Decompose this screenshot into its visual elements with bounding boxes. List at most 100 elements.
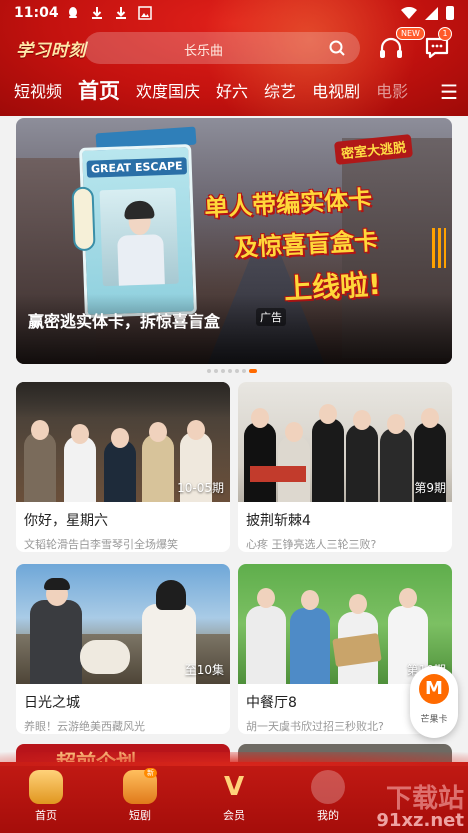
status-bar: 11:04 <box>0 0 468 28</box>
mango-card-label: 芒果卡 <box>420 715 448 725</box>
carousel-dot[interactable] <box>207 369 211 373</box>
content-card[interactable]: 10-05期 你好，星期六 文韬轮滑告白李雪琴引全场爆笑 <box>16 382 230 552</box>
thumb-person <box>24 432 56 502</box>
vip-icon: V <box>223 772 245 802</box>
thumb-face <box>257 588 275 608</box>
card-title: 披荆斩棘4 <box>246 513 311 529</box>
thumb-face <box>387 414 405 434</box>
carousel-dot[interactable] <box>221 369 225 373</box>
mango-card-button[interactable]: M 芒果卡 <box>410 666 458 738</box>
menu-icon[interactable]: ☰ <box>440 80 458 104</box>
card-meta: 披荆斩棘4 心疼 王铮亮选人三轮三败? <box>238 502 452 552</box>
bottom-nav: 首页 新 短剧 V 会员 我的 下载站 91xz.net <box>0 752 468 833</box>
battery-icon <box>446 6 454 20</box>
thumb-person <box>346 424 378 502</box>
app-logo[interactable]: 学习时刻 <box>16 36 86 61</box>
thumb-face <box>71 424 89 444</box>
tab-tv-series[interactable]: 电视剧 <box>312 78 360 106</box>
profile-icon <box>311 770 345 804</box>
nav-short-drama[interactable]: 新 短剧 <box>110 768 170 823</box>
carousel-indicator <box>207 369 257 373</box>
promo-banner[interactable]: GREAT ESCAPE 密室大逃脱 单人带编实体卡 及惊喜盲盒卡 上线啦! 赢… <box>16 118 452 364</box>
headline-line-2: 及惊喜盲盒卡 <box>233 226 379 263</box>
thumb-face <box>149 422 167 442</box>
card-sticker <box>71 186 96 252</box>
thumb-person <box>104 440 136 502</box>
thumb-person <box>30 600 82 684</box>
new-badge: 新 <box>144 768 157 778</box>
card-subtitle: 心疼 王铮亮选人三轮三败? <box>246 538 377 551</box>
thumb-prop <box>250 466 306 482</box>
thumb-face <box>187 420 205 440</box>
nav-home[interactable]: 首页 <box>16 770 76 823</box>
category-tabs: 短视频 首页 欢度国庆 好六 综艺 电视剧 电影 <box>14 76 424 106</box>
thumb-person <box>244 422 276 502</box>
card-person-body <box>117 234 165 286</box>
thumb-person <box>64 436 96 502</box>
carousel-dot[interactable] <box>235 369 239 373</box>
thumb-person <box>290 608 330 684</box>
carousel-dot[interactable] <box>242 369 246 373</box>
download-icon <box>90 6 104 20</box>
card-thumbnail: 第9期 <box>238 382 452 502</box>
tab-short-video[interactable]: 短视频 <box>14 78 62 106</box>
mango-logo-icon: M <box>419 674 449 704</box>
card-title: GREAT ESCAPE <box>86 157 188 178</box>
nav-label: 短剧 <box>129 809 151 822</box>
carousel-dot[interactable] <box>228 369 232 373</box>
thumb-face <box>349 594 367 614</box>
tab-national-day[interactable]: 欢度国庆 <box>136 78 200 106</box>
message-count-badge: 1 <box>438 27 452 41</box>
download-icon-2 <box>114 6 128 20</box>
thumb-hair <box>44 578 70 590</box>
card-subtitle: 养眼！云游绝美西藏风光 <box>24 720 145 733</box>
thumb-face <box>251 408 269 428</box>
nav-profile[interactable]: 我的 <box>298 770 358 823</box>
content-card[interactable]: 至10集 日光之城 养眼！云游绝美西藏风光 <box>16 564 230 734</box>
signal-icon <box>425 6 438 20</box>
headphone-new-badge: NEW <box>396 27 425 40</box>
thumb-face <box>285 422 303 442</box>
tab-movie[interactable]: 电影 <box>376 78 408 106</box>
notification-icons <box>66 6 152 20</box>
tab-home[interactable]: 首页 <box>78 75 120 106</box>
nav-label: 首页 <box>35 809 57 822</box>
search-icon[interactable] <box>328 39 346 57</box>
carousel-dot[interactable] <box>214 369 218 373</box>
card-thumbnail: 10-05期 <box>16 382 230 502</box>
nav-vip[interactable]: V 会员 <box>204 770 264 823</box>
carousel-dot-active[interactable] <box>249 369 257 373</box>
card-meta: 你好，星期六 文韬轮滑告白李雪琴引全场爆笑 <box>16 502 230 552</box>
banner-headline: 单人带编实体卡 及惊喜盲盒卡 上线啦! <box>204 182 434 306</box>
banner-photo-card: GREAT ESCAPE <box>71 144 197 318</box>
thumb-animal <box>80 640 130 674</box>
card-title: 日光之城 <box>24 695 80 711</box>
thumb-face <box>301 590 319 610</box>
system-icons <box>401 6 454 20</box>
episode-label: 至10集 <box>184 663 224 677</box>
thumb-face <box>111 428 129 448</box>
card-title: 你好，星期六 <box>24 513 108 529</box>
wifi-icon <box>401 7 417 19</box>
qq-icon <box>66 6 80 20</box>
thumb-hair <box>156 580 186 610</box>
thumb-person <box>312 418 344 502</box>
home-icon <box>29 770 63 804</box>
thumb-person <box>380 428 412 502</box>
search-bar[interactable]: 长乐曲 <box>84 32 360 64</box>
card-subtitle: 文韬轮滑告白李雪琴引全场爆笑 <box>24 538 178 551</box>
episode-label: 第9期 <box>414 481 446 495</box>
image-icon <box>138 6 152 20</box>
nav-label: 会员 <box>223 809 245 822</box>
tab-haoliu[interactable]: 好六 <box>216 78 248 106</box>
content-card[interactable]: 第9期 披荆斩棘4 心疼 王铮亮选人三轮三败? <box>238 382 452 552</box>
thumb-person <box>246 606 286 684</box>
card-thumbnail: 至10集 <box>16 564 230 684</box>
search-placeholder: 长乐曲 <box>184 44 224 59</box>
card-person-hair <box>123 200 155 220</box>
headline-line-1: 单人带编实体卡 <box>203 185 373 222</box>
tab-variety[interactable]: 综艺 <box>264 78 296 106</box>
banner-decoration <box>432 228 446 268</box>
ad-badge: 广告 <box>256 308 286 326</box>
nav-label: 我的 <box>317 809 339 822</box>
